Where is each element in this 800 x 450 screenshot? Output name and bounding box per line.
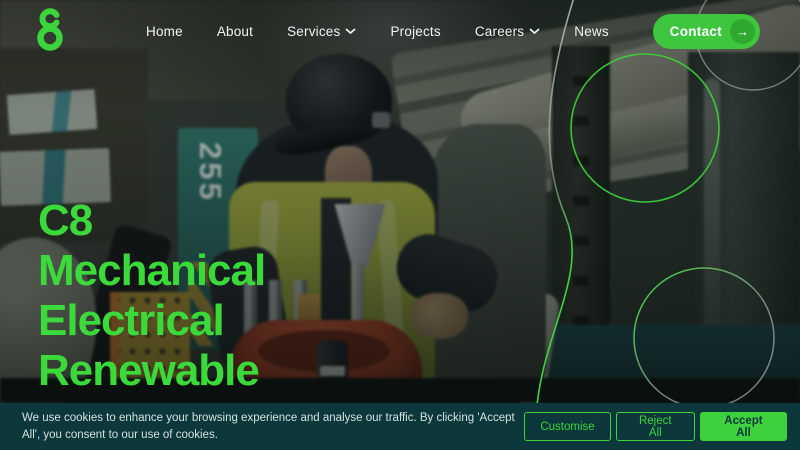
reject-all-button[interactable]: Reject All [616, 412, 695, 441]
nav-list: Home About Services Projects Careers [146, 0, 609, 62]
hero-heading-line: Renewable [38, 346, 265, 396]
nav-label: News [574, 24, 609, 39]
hero-heading-line: C8 [38, 196, 265, 246]
nav-item-careers[interactable]: Careers [475, 24, 540, 39]
nav-label: Home [146, 24, 183, 39]
contact-button[interactable]: Contact → [653, 14, 760, 49]
hero-heading: C8 Mechanical Electrical Renewable [38, 196, 265, 396]
cookie-message: We use cookies to enhance your browsing … [22, 410, 524, 443]
nav-item-projects[interactable]: Projects [390, 24, 440, 39]
hero-heading-line: Electrical [38, 296, 265, 346]
hero-heading-line: Mechanical [38, 246, 265, 296]
nav-item-about[interactable]: About [217, 24, 253, 39]
cookie-banner: We use cookies to enhance your browsing … [0, 403, 800, 450]
contact-label: Contact [670, 24, 722, 39]
nav-label: Careers [475, 24, 524, 39]
logo-bottom-loop [41, 29, 60, 48]
accept-all-button[interactable]: Accept All [700, 412, 787, 441]
nav-item-services[interactable]: Services [287, 24, 356, 39]
arrow-right-icon: → [730, 19, 755, 44]
nav-label: Projects [390, 24, 440, 39]
nav-label: Services [287, 24, 340, 39]
c8-logo[interactable] [36, 8, 66, 54]
page: 255 [0, 0, 800, 450]
cookie-buttons: Customise Reject All Accept All [524, 412, 787, 441]
nav-item-home[interactable]: Home [146, 24, 183, 39]
chevron-down-icon [345, 28, 356, 35]
logo-top-loop [43, 11, 57, 26]
top-navigation: Home About Services Projects Careers [0, 0, 800, 62]
nav-label: About [217, 24, 253, 39]
nav-item-news[interactable]: News [574, 24, 609, 39]
chevron-down-icon [529, 28, 540, 35]
customise-button[interactable]: Customise [524, 412, 610, 441]
